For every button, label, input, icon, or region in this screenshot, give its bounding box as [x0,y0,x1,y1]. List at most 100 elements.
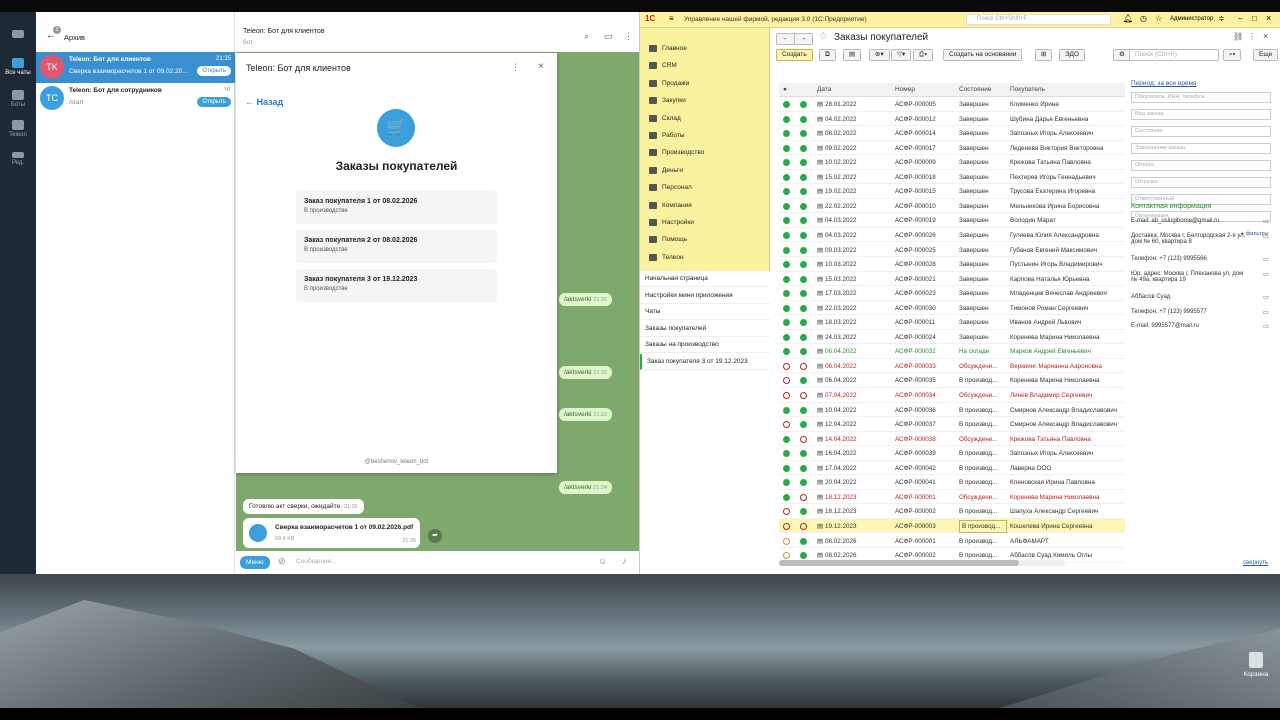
table-row[interactable]: ▤ 06.04.2022 АСФР-000033 Обсуждени... Веркви… [779,359,1125,374]
filter-field[interactable]: Вид заказа [1131,109,1271,120]
more-button[interactable]: Еще [1253,49,1279,61]
section-item[interactable]: Персонал [640,179,770,196]
table-row[interactable]: ▤ 15.02.2022 АСФР-000018 Завершен Пехтерев И… [779,170,1125,185]
period-link[interactable]: Период: за все время [1131,80,1197,87]
close-icon[interactable]: × [538,61,544,72]
section-item[interactable]: Главное [640,40,770,57]
forward-icon[interactable]: ➦ [428,529,442,543]
filter-field[interactable]: Оплата [1131,160,1271,171]
search-icon[interactable]: ⌕▾ [1223,49,1242,61]
order-card[interactable]: Заказ покупателя 1 от 08.02.2026 В произв… [296,191,497,224]
star-icon[interactable]: ☆ [1155,14,1162,23]
open-window-item[interactable]: Заказы покупателей [640,321,770,337]
section-item[interactable]: Настройки [640,214,770,231]
user-name[interactable]: Администратор [1170,16,1213,22]
table-row[interactable]: ▤ 17.04.2022 АСФР-000042 В производ... Лавер… [779,461,1125,476]
chat-item-staff-bot[interactable]: TC Teleon: Бот для сотрудников /start Чт… [36,83,235,114]
section-item[interactable]: Производство [640,144,770,161]
search-icon[interactable]: ⌕ [584,31,589,42]
open-window-item[interactable]: Чаты [640,304,770,321]
menu-button[interactable]: Меню [240,556,270,569]
section-item[interactable]: Компания [640,197,770,214]
more-icon[interactable]: ⋮ [1248,32,1256,41]
table-row[interactable]: ▤ 17.03.2022 АСФР-000023 Завершен Младенцев … [779,286,1125,301]
list-search-input[interactable]: Поиск (Ctrl+F) [1129,49,1219,61]
open-button[interactable]: Открыть [197,66,231,76]
create-button[interactable]: Создать [776,49,813,61]
contact-action-icon[interactable]: ▭ [1263,233,1269,240]
post-icon[interactable]: ▤ [843,49,862,61]
table-row[interactable]: ▤ 09.03.2022 АСФР-000025 Завершен Губанов Ев… [779,243,1125,257]
section-item[interactable]: Склад [640,110,770,127]
table-row[interactable]: ▤ 19.02.2022 АСФР-000015 Завершен Трусова Ек… [779,184,1125,199]
horizontal-scrollbar[interactable] [779,560,1065,566]
open-window-item[interactable]: Заказ покупателя 3 от 19.12.2023 [640,354,770,370]
filter-field[interactable]: Завершение заказа [1131,143,1271,154]
close-form-icon[interactable]: × [1263,31,1268,41]
order-card[interactable]: Заказ покупателя 2 от 08.02.2026 В произв… [296,230,497,263]
filter-field[interactable]: Состояние [1131,126,1271,137]
collapse-link[interactable]: свернуть [1243,560,1268,566]
table-row[interactable]: ▤ 07.04.2022 АСФР-000034 Обсуждени... Линев … [779,388,1125,403]
edo-button[interactable]: ЭДО [1059,49,1085,61]
filter-field[interactable]: Покупатель, ИНН, телефон [1131,92,1271,103]
nav-back-button[interactable]: ← [776,33,795,45]
open-button[interactable]: Открыть [197,97,231,107]
contact-action-icon[interactable]: ▭ [1263,323,1269,330]
maximize-icon[interactable]: □ [1252,14,1257,23]
settings-icon[interactable]: ≑ [1218,14,1225,23]
table-row[interactable]: ▤ 08.02.2026 АСФР-000001 В производ... АЛЬФА… [779,534,1125,548]
order-card[interactable]: Заказ покупателя 3 от 19.12.2023 В произв… [296,269,497,302]
copy-icon[interactable]: ⧉ [819,49,836,61]
section-item[interactable]: CRM [640,57,770,74]
table-row[interactable]: ▤ 19.12.2023 АСФР-000003 В производ... Кошел… [779,518,1125,534]
table-row[interactable]: ▤ 18.03.2022 АСФР-000011 Завершен Иванов Анд… [779,315,1125,330]
table-row[interactable]: ▤ 04.03.2022 АСФР-000026 Завершен Гуляева Юл… [779,228,1125,243]
contact-action-icon[interactable]: ▭ [1263,271,1269,278]
recycle-bin[interactable]: Корзина [1240,652,1272,678]
table-row[interactable]: ▤ 06.04.2022 АСФР-000035 В производ... Корен… [779,373,1125,388]
section-item[interactable]: Работы [640,127,770,144]
table-row[interactable]: ▤ 15.03.2022 АСФР-000021 Завершен Карпова На… [779,272,1125,287]
open-window-item[interactable]: Настройки мини приложения [640,288,770,304]
column-header-buyer[interactable]: Покупатель [1010,86,1045,93]
section-item[interactable]: Закупки [640,92,770,109]
section-item[interactable]: Деньги [640,162,770,179]
message-input[interactable]: Сообщение... [296,558,337,565]
message-bubble[interactable]: /aktsverki 21:33 [559,408,613,421]
section-item[interactable]: Помощь [640,231,770,248]
folder-bots[interactable]: Боты [0,90,36,108]
table-row[interactable]: ▤ 04.02.2022 АСФР-000012 Завершен Шубина Дар… [779,112,1125,127]
column-header-date[interactable]: Дата [817,86,831,93]
message-bubble[interactable]: /aktsverki 21:34 [559,481,613,494]
hamburger-icon[interactable]: ≡ [669,14,674,23]
table-row[interactable]: ▤ 10.02.2022 АСФР-000009 Завершен Крюкова Та… [779,155,1125,170]
filter-icon[interactable]: ▽▾ [891,49,912,61]
nav-forward-button[interactable]: → [794,33,813,45]
table-row[interactable]: ▤ 18.12.2023 АСФР-000001 Обсуждени... Корене… [779,490,1125,505]
message-bubble[interactable]: /aktsverki 21:31 [559,293,613,306]
print-icon[interactable]: ⎙▾ [913,49,933,61]
link-icon[interactable]: ⛓ [1233,32,1243,41]
filter-field[interactable]: Отгрузка [1131,177,1271,188]
contact-action-icon[interactable]: ▭ [1263,309,1269,316]
close-icon[interactable]: × [1266,13,1271,23]
section-item[interactable]: Телеон [640,249,770,266]
table-row[interactable]: ▤ 14.04.2022 АСФР-000038 Обсуждени... Крюков… [779,432,1125,447]
open-window-item[interactable]: Заказы на производство [640,337,770,354]
table-row[interactable]: ▤ 28.01.2022 АСФР-000005 Завершен Клименко И… [779,97,1125,112]
favorite-star-icon[interactable]: ☆ [819,31,828,42]
more-icon[interactable]: ⋮ [511,62,520,73]
minimize-icon[interactable]: – [1238,14,1242,23]
file-icon[interactable] [249,524,267,542]
table-row[interactable]: ▤ 22.03.2022 АСФР-000030 Завершен Тимонов Ро… [779,301,1125,316]
add-icon[interactable]: ⊕▾ [869,49,890,61]
folder-all-chats[interactable]: Все чаты [0,58,36,76]
menu-icon[interactable] [0,30,36,40]
more-icon[interactable]: ⋮ [624,31,633,42]
sidebar-toggle-icon[interactable]: ▭ [604,31,613,42]
create-based-button[interactable]: Создать на основании [943,49,1023,61]
table-row[interactable]: ▤ 20.04.2022 АСФР-000041 В производ... Клено… [779,475,1125,490]
microphone-icon[interactable]: ♪ [622,556,627,566]
report-icon[interactable]: ⊞ [1035,49,1053,61]
